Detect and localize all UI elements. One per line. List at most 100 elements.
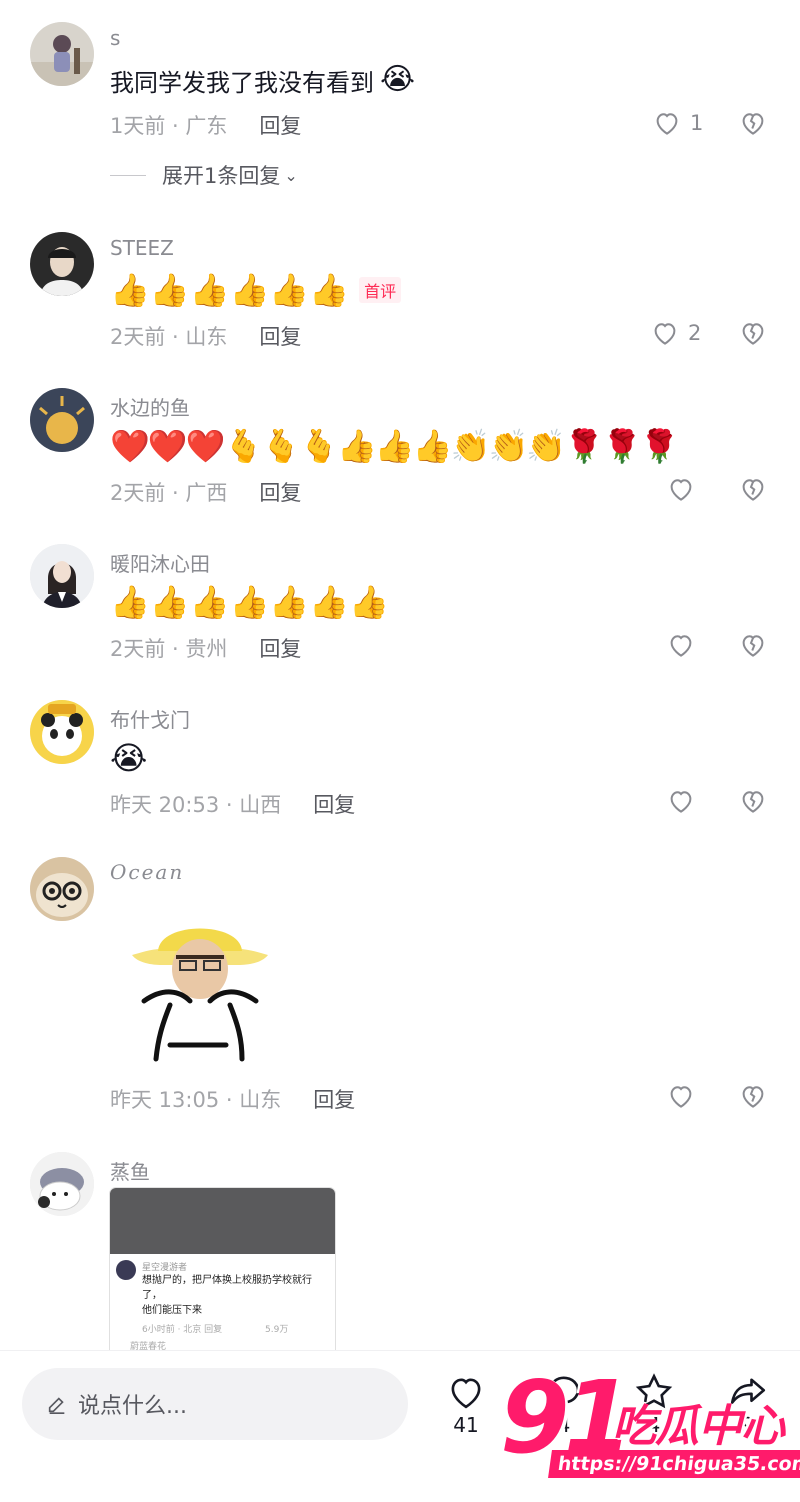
watermark-logo: 91 吃瓜中心 https://91chigua35.com bbox=[500, 1368, 800, 1486]
avatar-sun-icon bbox=[30, 388, 94, 452]
comment-meta: 2天前 · 贵州 回复 bbox=[110, 633, 301, 663]
like-count: 2 bbox=[688, 321, 702, 345]
chevron-down-icon: ⌄ bbox=[284, 165, 298, 185]
reply-button[interactable]: 回复 bbox=[313, 789, 355, 819]
screenshot-text-line: 想抛尸的，把尸体换上校服扔学校就行了， bbox=[142, 1275, 312, 1301]
avatar[interactable] bbox=[30, 388, 94, 452]
comment-meta: 1天前 · 广东 回复 bbox=[110, 110, 301, 140]
username[interactable]: STEEZ bbox=[110, 236, 174, 260]
username[interactable]: 布什戈门 bbox=[110, 704, 190, 733]
expand-replies-label: 展开1条回复 bbox=[162, 164, 281, 188]
mixed-emojis: ❤️❤️❤️🫰🫰🫰👍👍👍👏👏👏🌹🌹🌹 bbox=[110, 427, 680, 465]
screenshot-username: 星空漫游者 bbox=[142, 1263, 188, 1273]
divider bbox=[110, 174, 146, 176]
comment-input-placeholder: 说点什么... bbox=[78, 1394, 187, 1419]
username[interactable]: 暖阳沐心田 bbox=[110, 548, 210, 577]
avatar bbox=[116, 1260, 136, 1280]
broken-heart-icon bbox=[742, 479, 764, 501]
screenshot-timestamp: 6小时前 · 北京 回复 bbox=[142, 1325, 223, 1335]
avatar-panda-icon bbox=[30, 700, 94, 764]
dislike-button[interactable] bbox=[738, 630, 768, 664]
screenshot-sub-user: 蔚蓝春花 bbox=[130, 1342, 167, 1350]
reply-button[interactable]: 回复 bbox=[313, 1084, 355, 1114]
like-button[interactable]: 1 bbox=[652, 108, 703, 138]
like-video-button[interactable] bbox=[442, 1371, 490, 1417]
avatar[interactable] bbox=[30, 232, 94, 296]
heart-outline-icon bbox=[654, 323, 676, 345]
like-button[interactable] bbox=[666, 1081, 696, 1111]
reply-button[interactable]: 回复 bbox=[259, 633, 301, 663]
thumbs-up-emojis: 👍👍👍👍👍👍 bbox=[110, 271, 350, 309]
reply-button[interactable]: 回复 bbox=[259, 110, 301, 140]
heart-outline-icon bbox=[656, 113, 678, 135]
screenshot-comment: 星空漫游者 想抛尸的，把尸体换上校服扔学校就行了， 他们能压下来 6小时前 · … bbox=[110, 1254, 335, 1350]
like-button[interactable] bbox=[666, 630, 696, 660]
comment-emojis-row: ❤️❤️❤️🫰🫰🫰👍👍👍👏👏👏🌹🌹🌹 bbox=[110, 426, 680, 466]
avatar[interactable] bbox=[30, 22, 94, 86]
username[interactable]: 水边的鱼 bbox=[110, 392, 190, 421]
dislike-button[interactable] bbox=[738, 474, 768, 508]
broken-heart-icon bbox=[742, 791, 764, 813]
screenshot-image[interactable]: 星空漫游者 想抛尸的，把尸体换上校服扔学校就行了， 他们能压下来 6小时前 · … bbox=[110, 1188, 335, 1350]
like-video-count: 41 bbox=[453, 1413, 479, 1437]
avatar[interactable] bbox=[30, 544, 94, 608]
comment-meta: 2天前 · 广西 回复 bbox=[110, 477, 301, 507]
pencil-icon bbox=[48, 1397, 65, 1414]
comment-emojis-row: 👍👍👍👍👍👍 首评 bbox=[110, 270, 402, 310]
timestamp-location: 昨天 13:05 · 山东 bbox=[110, 1088, 282, 1112]
like-button[interactable]: 2 bbox=[650, 318, 701, 348]
bucket-hat-sticker-icon bbox=[110, 895, 290, 1075]
crying-laughing-emoji: 😭 bbox=[380, 62, 416, 97]
comment-input[interactable]: 说点什么... bbox=[22, 1368, 408, 1440]
reply-button[interactable]: 回复 bbox=[259, 477, 301, 507]
reply-button[interactable]: 回复 bbox=[259, 321, 301, 351]
timestamp-location: 2天前 · 贵州 bbox=[110, 637, 228, 661]
comment-meta: 昨天 20:53 · 山西 回复 bbox=[110, 789, 355, 819]
username[interactable]: 蒸鱼 bbox=[110, 1156, 150, 1185]
like-button[interactable] bbox=[666, 786, 696, 816]
timestamp-location: 昨天 20:53 · 山西 bbox=[110, 793, 282, 817]
comment-emojis-row: 😭 bbox=[110, 738, 147, 778]
broken-heart-icon bbox=[742, 113, 764, 135]
avatar[interactable] bbox=[30, 1152, 94, 1216]
username[interactable]: s bbox=[110, 26, 120, 50]
broken-heart-icon bbox=[742, 1086, 764, 1108]
dislike-button[interactable] bbox=[738, 108, 768, 142]
crying-laughing-emoji: 😭 bbox=[110, 739, 148, 777]
screenshot-like-count: 5.9万 bbox=[265, 1325, 289, 1335]
comment-meta: 2天前 · 山东 回复 bbox=[110, 321, 301, 351]
comment-meta: 昨天 13:05 · 山东 回复 bbox=[110, 1084, 355, 1114]
screenshot-dark-area bbox=[110, 1188, 335, 1254]
screenshot-text-line: 他们能压下来 bbox=[142, 1305, 202, 1316]
avatar[interactable] bbox=[30, 700, 94, 764]
watermark-title: 吃瓜中心 bbox=[612, 1401, 785, 1452]
dislike-button[interactable] bbox=[738, 786, 768, 820]
timestamp-location: 2天前 · 广西 bbox=[110, 481, 228, 505]
sticker-image[interactable] bbox=[110, 895, 290, 1075]
heart-outline-icon bbox=[670, 1086, 692, 1108]
username[interactable]: Ocean bbox=[110, 860, 184, 884]
heart-outline-icon bbox=[451, 1378, 481, 1409]
dislike-button[interactable] bbox=[738, 318, 768, 352]
comment-text: 我同学发我了我没有看到 😭 bbox=[110, 60, 415, 100]
avatar-figure-icon bbox=[30, 22, 94, 86]
heart-outline-icon bbox=[670, 635, 692, 657]
avatar-portrait-icon bbox=[30, 544, 94, 608]
heart-outline-icon bbox=[670, 479, 692, 501]
like-button[interactable] bbox=[666, 474, 696, 504]
avatar[interactable] bbox=[30, 857, 94, 921]
dislike-button[interactable] bbox=[738, 1081, 768, 1115]
first-comment-badge: 首评 bbox=[359, 277, 402, 303]
timestamp-location: 2天前 · 山东 bbox=[110, 325, 228, 349]
broken-heart-icon bbox=[742, 635, 764, 657]
heart-outline-icon bbox=[670, 791, 692, 813]
avatar-cartoon-icon bbox=[30, 1152, 94, 1216]
comment-text-body: 我同学发我了我没有看到 bbox=[110, 68, 374, 97]
expand-replies-button[interactable]: 展开1条回复 ⌄ bbox=[110, 160, 298, 190]
thumbs-up-emojis: 👍👍👍👍👍👍👍 bbox=[110, 583, 389, 621]
avatar-hamster-icon bbox=[30, 857, 94, 921]
screenshot-meta: 6小时前 · 北京 回复 5.9万 bbox=[142, 1322, 329, 1335]
avatar-portrait-icon bbox=[30, 232, 94, 296]
comment-emojis-row: 👍👍👍👍👍👍👍 bbox=[110, 582, 389, 622]
broken-heart-icon bbox=[742, 323, 764, 345]
